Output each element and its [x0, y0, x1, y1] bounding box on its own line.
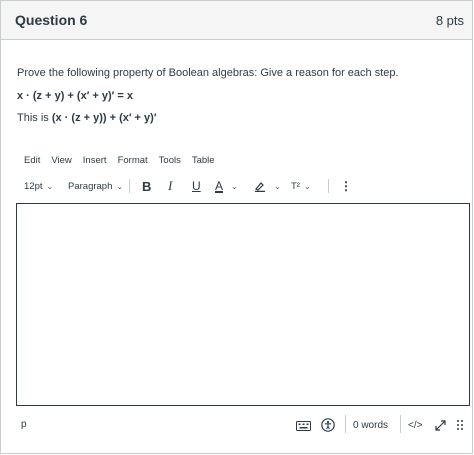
word-count[interactable]: 0 words — [353, 415, 388, 435]
highlight-button[interactable]: ⌄ — [254, 176, 281, 196]
superscript-icon: T² — [291, 180, 300, 192]
element-path[interactable]: p — [21, 419, 27, 430]
menu-insert[interactable]: Insert — [83, 155, 107, 166]
text-color-icon: A — [215, 179, 224, 193]
question-expression: x · (z + y) + (x′ + y)′ = x — [17, 90, 133, 102]
statusbar-divider — [400, 415, 401, 433]
font-size-value: 12pt — [24, 180, 43, 192]
keyboard-icon — [296, 421, 311, 431]
rich-text-editor-area[interactable] — [16, 203, 470, 406]
more-options-button[interactable]: ⋮ — [340, 176, 352, 196]
superscript-button[interactable]: T² ⌄ — [291, 176, 311, 196]
menu-table[interactable]: Table — [192, 155, 215, 166]
question-header: Question 6 8 pts — [1, 1, 472, 40]
chevron-down-icon: ⌄ — [116, 181, 124, 191]
italic-button[interactable]: I — [168, 176, 172, 196]
underline-button[interactable]: U — [192, 176, 201, 196]
question-this-is: This is (x · (z + y)) + (x′ + y)′ — [17, 112, 156, 124]
fullscreen-button[interactable] — [434, 415, 447, 435]
highlight-pen-icon — [255, 182, 265, 192]
keyboard-shortcuts-button[interactable] — [296, 415, 311, 435]
fullscreen-icon — [435, 419, 446, 431]
block-format-select[interactable]: Paragraph ⌄ — [68, 176, 123, 196]
editor-menubar: Edit View Insert Format Tools Table — [24, 155, 226, 166]
menu-edit[interactable]: Edit — [24, 155, 40, 166]
chevron-down-icon: ⌄ — [274, 181, 281, 191]
chevron-down-icon: ⌄ — [46, 181, 54, 191]
question-prompt: Prove the following property of Boolean … — [17, 67, 399, 79]
menu-view[interactable]: View — [51, 155, 71, 166]
this-is-label: This is — [17, 112, 52, 124]
text-color-button[interactable]: A ⌄ — [215, 176, 238, 196]
html-editor-toggle[interactable]: </> — [408, 415, 422, 435]
chevron-down-icon: ⌄ — [303, 181, 311, 191]
statusbar-divider — [345, 415, 346, 433]
chevron-down-icon: ⌄ — [231, 181, 238, 191]
toolbar-divider — [129, 179, 130, 193]
bold-button[interactable]: B — [142, 176, 151, 196]
question-points: 8 pts — [435, 13, 464, 28]
resize-handle-icon — [457, 420, 463, 430]
accessibility-icon — [321, 418, 335, 432]
this-is-expression: (x · (z + y)) + (x′ + y)′ — [51, 112, 157, 124]
editor-statusbar: p 0 words </> — [16, 411, 470, 439]
font-size-select[interactable]: 12pt ⌄ — [24, 176, 53, 196]
accessibility-checker-button[interactable] — [321, 415, 335, 435]
block-format-value: Paragraph — [68, 180, 113, 192]
question-card: Question 6 8 pts Prove the following pro… — [0, 0, 473, 454]
menu-format[interactable]: Format — [118, 155, 148, 166]
editor-toolbar: 12pt ⌄ Paragraph ⌄ B I U A ⌄ ⌄ T² ⌄ ⋮ — [24, 176, 454, 196]
resize-handle[interactable] — [456, 415, 464, 435]
toolbar-divider — [328, 179, 329, 193]
menu-tools[interactable]: Tools — [159, 155, 181, 166]
question-title: Question 6 — [15, 12, 88, 28]
